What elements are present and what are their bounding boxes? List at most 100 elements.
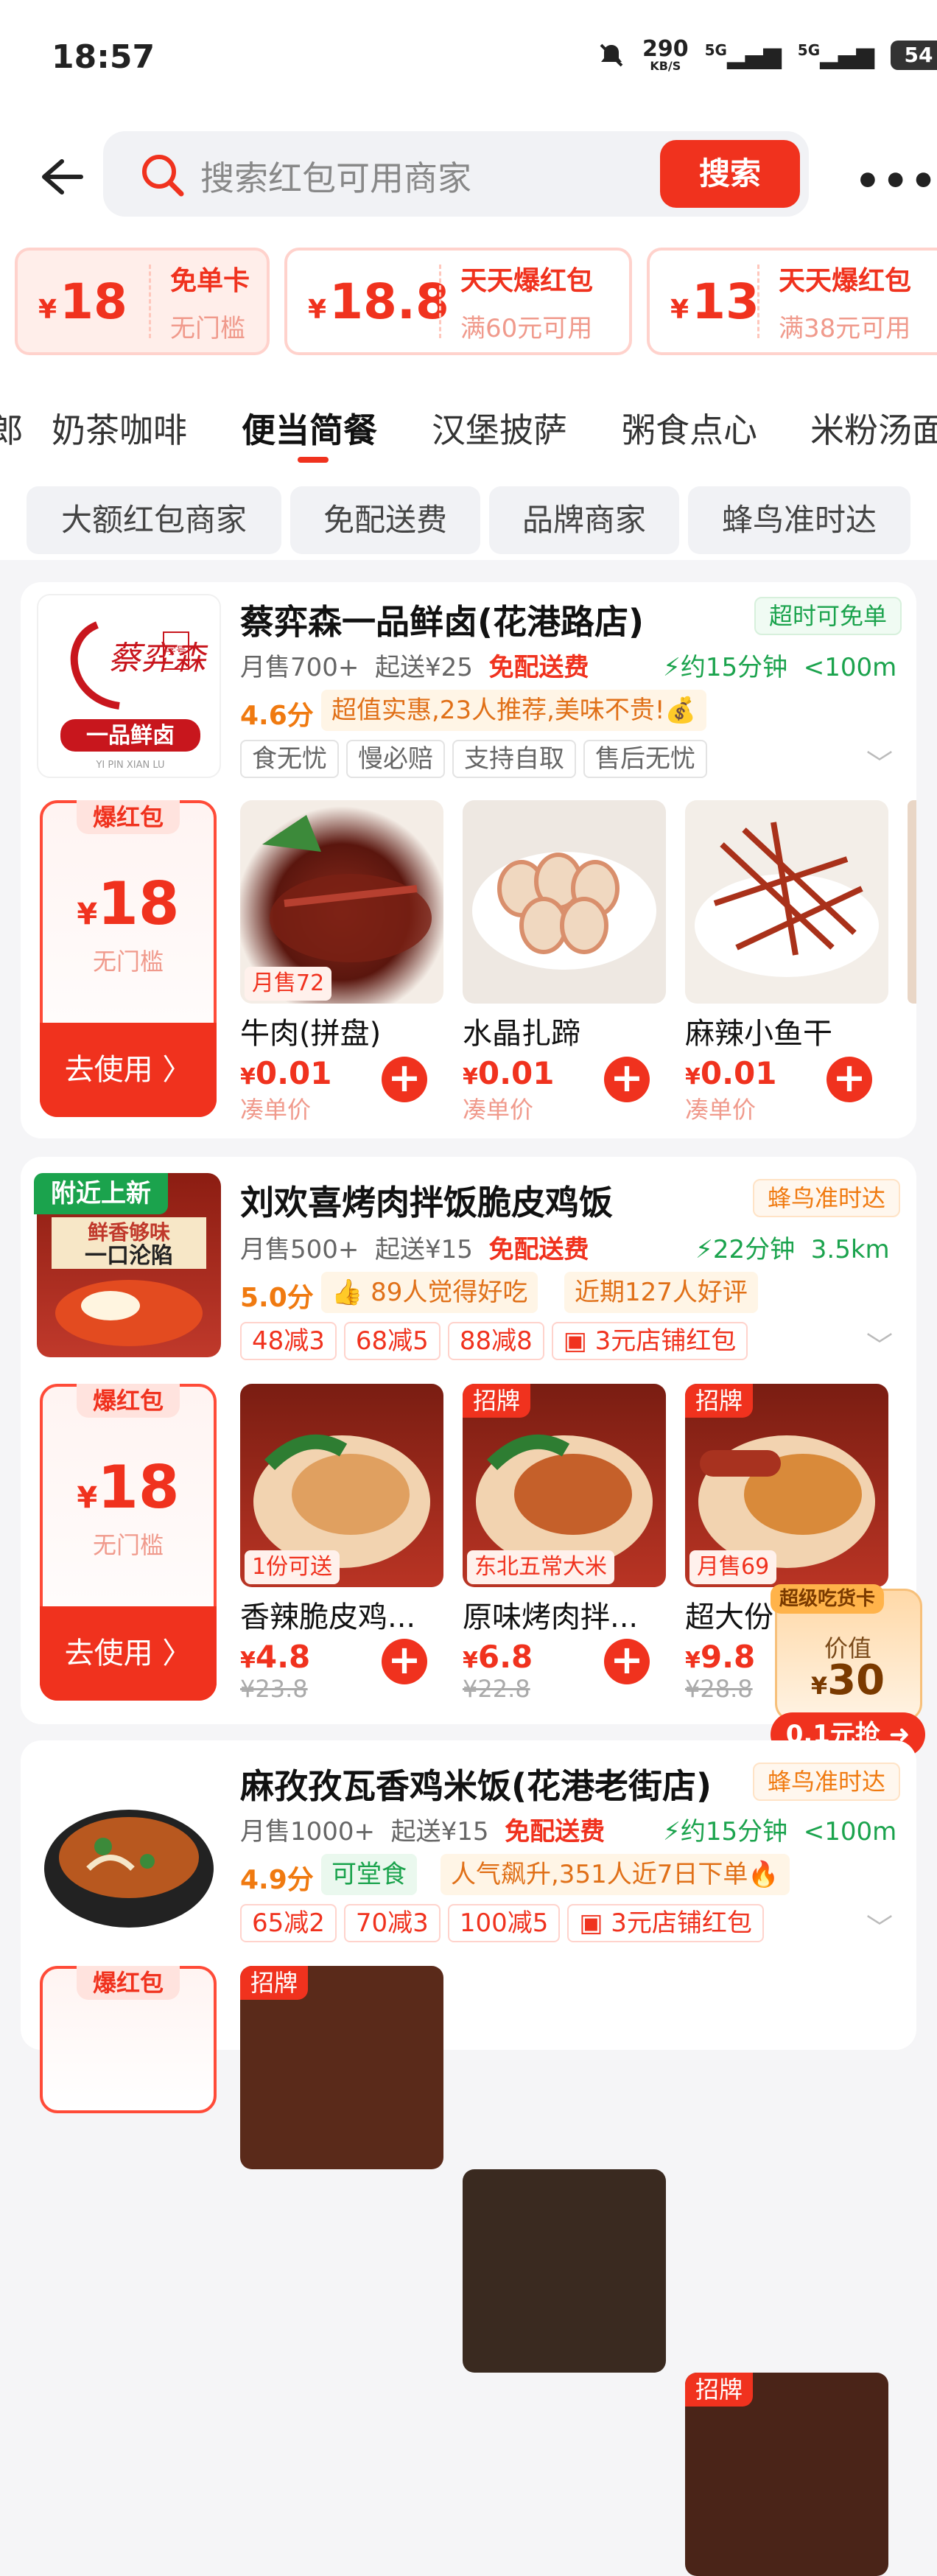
store-coupon[interactable]: 爆红包 ¥18 无门槛 去使用 〉 <box>40 1384 217 1701</box>
pork-trotter-image <box>472 852 656 970</box>
store-score: 4.6分 <box>240 701 314 731</box>
dish-name: 麻辣小鱼干 <box>685 1017 832 1051</box>
signature-badge: 招牌 <box>685 1384 754 1418</box>
promo-value: ¥30 <box>810 1656 885 1704</box>
service-tag: 支持自取 <box>452 740 576 778</box>
delivery-info: ⚡22分钟 3.5km <box>695 1235 890 1264</box>
dish-badge: 1份可送 <box>245 1550 340 1584</box>
dish-image: 招牌 月售69 <box>685 1384 888 1587</box>
store-coupon[interactable]: 爆红包 <box>40 1966 217 2113</box>
service-tag: 慢必赔 <box>346 740 445 778</box>
discount-tags: 48减3 68减5 88减8 ▣ 3元店铺红包 <box>240 1322 748 1360</box>
spicy-fish-image <box>695 822 879 977</box>
coupon-card-2[interactable]: ¥18.8 天天爆红包 满60元可用 <box>284 248 632 355</box>
store-name[interactable]: 麻孜孜瓦香鸡米饭(花港老街店) <box>240 1760 712 1808</box>
store-logo-image: 蔡弈森 字号 一品鲜卤 YI PIN XIAN LU <box>60 621 208 771</box>
lightning-icon: ⚡ <box>663 653 681 682</box>
coupon-icon: ▣ <box>563 1326 587 1356</box>
signature-badge: 招牌 <box>240 1966 309 2000</box>
mute-icon <box>600 43 623 67</box>
dish-image: 1份可送 <box>240 1384 443 1587</box>
store-coupon-tag: ▣ 3元店铺红包 <box>567 1904 764 1942</box>
lightning-icon: ⚡ <box>663 1817 681 1847</box>
more-icon[interactable]: ••• <box>854 158 937 206</box>
coupon-card-free[interactable]: ¥18 免单卡 无门槛 <box>15 248 270 355</box>
tab-milk-tea[interactable]: 奶茶咖啡 <box>52 404 187 452</box>
svg-text:一口沦陷: 一口沦陷 <box>85 1243 173 1269</box>
dish-name: 原味烤肉拌... <box>463 1600 639 1634</box>
store-coupon[interactable]: 爆红包 ¥18 无门槛 去使用 〉 <box>40 800 217 1117</box>
signature-badge: 招牌 <box>685 2373 754 2407</box>
chevron-down-icon[interactable]: ﹀ <box>866 1325 893 1363</box>
dish-image[interactable] <box>463 2169 666 2373</box>
filter-brand[interactable]: 品牌商家 <box>489 486 679 554</box>
search-button[interactable]: 搜索 <box>660 140 800 208</box>
use-coupon-button[interactable]: 去使用 〉 <box>40 1023 217 1117</box>
store-score: 4.9分 <box>240 1865 314 1895</box>
add-to-cart-button[interactable]: + <box>604 1639 650 1684</box>
claypot-chicken-image <box>44 1810 214 1928</box>
status-time: 18:57 <box>52 38 155 76</box>
use-coupon-button[interactable]: 去使用 〉 <box>40 1606 217 1701</box>
add-to-cart-button[interactable]: + <box>604 1057 650 1102</box>
dish-image-partial <box>908 800 916 1004</box>
dish-image: 月售72 <box>240 800 443 1004</box>
svg-text:鲜香够味: 鲜香够味 <box>88 1220 170 1245</box>
discount-tag: 70减3 <box>343 1904 441 1942</box>
service-tag: 食无忧 <box>240 740 339 778</box>
store-coupon-tag: ▣ 3元店铺红包 <box>551 1322 748 1360</box>
new-nearby-badge: 附近上新 <box>34 1173 168 1214</box>
tab-noodles[interactable]: 米粉汤面 <box>810 404 937 452</box>
back-arrow-icon[interactable] <box>35 151 87 203</box>
discount-tag: 48减3 <box>240 1322 337 1360</box>
store-score: 5.0分 <box>240 1283 314 1313</box>
coupon-head: 爆红包 <box>77 800 180 834</box>
coupon-card-3[interactable]: ¥13 天天爆红包 满38元可用 <box>647 248 937 355</box>
coupon-head: 爆红包 <box>77 1966 180 2000</box>
add-to-cart-button[interactable]: + <box>382 1639 427 1684</box>
promo-title: 超级吃货卡 <box>771 1584 885 1614</box>
tab-indicator <box>298 457 329 463</box>
dish-image: 招牌 东北五常大米 <box>463 1384 666 1587</box>
signal-5g-icon: 5G▂▄▆ <box>704 41 782 69</box>
store-name[interactable]: 刘欢喜烤肉拌饭脆皮鸡饭 <box>240 1176 613 1225</box>
tab-congee[interactable]: 粥食点心 <box>622 404 757 452</box>
filter-big-coupon[interactable]: 大额红包商家 <box>27 486 281 554</box>
chevron-down-icon[interactable]: ﹀ <box>866 1907 893 1945</box>
coupon-value: ¥18 <box>77 869 180 938</box>
svg-text:YI PIN XIAN LU: YI PIN XIAN LU <box>95 760 164 771</box>
store-name[interactable]: 蔡弈森一品鲜卤(花港路店) <box>240 595 644 644</box>
store-tag: 蜂鸟准时达 <box>753 1763 901 1801</box>
dish-image[interactable]: 招牌 <box>685 2373 888 2576</box>
tab-bento[interactable]: 便当简餐 <box>242 404 377 452</box>
dish-image <box>463 800 666 1004</box>
add-to-cart-button[interactable]: + <box>827 1057 872 1102</box>
dish-image[interactable]: 招牌 <box>240 1966 443 2169</box>
tab-burger[interactable]: 汉堡披萨 <box>432 404 567 452</box>
filter-on-time[interactable]: 蜂鸟准时达 <box>688 486 910 554</box>
add-to-cart-button[interactable]: + <box>382 1057 427 1102</box>
store-tag: 超时可免单 <box>754 597 902 635</box>
store-tag: 蜂鸟准时达 <box>753 1179 901 1217</box>
dish-badge: 月售69 <box>689 1550 777 1584</box>
store-logo[interactable] <box>37 1758 221 1942</box>
battery-icon: 54 <box>890 41 937 70</box>
filter-free-delivery[interactable]: 免配送费 <box>290 486 480 554</box>
service-tag: 售后无忧 <box>583 740 707 778</box>
discount-tag: 88减8 <box>447 1322 544 1360</box>
tab-partial[interactable]: 郎 <box>0 404 24 452</box>
dish-badge: 月售72 <box>245 967 332 1001</box>
coupon-head: 爆红包 <box>77 1384 180 1418</box>
chevron-down-icon[interactable]: ﹀ <box>866 743 893 781</box>
rating-pill: 👍 89人觉得好吃 <box>321 1272 538 1313</box>
floating-promo-card[interactable]: 超级吃货卡 价值 ¥30 0.1元抢 ➜ <box>771 1584 925 1758</box>
store-logo[interactable]: 蔡弈森 字号 一品鲜卤 YI PIN XIAN LU <box>37 594 221 778</box>
delivery-info: ⚡约15分钟 <100m <box>663 653 897 682</box>
search-icon <box>142 155 184 197</box>
dish-name: 牛肉(拼盘) <box>240 1017 382 1051</box>
svg-text:字号: 字号 <box>166 645 186 657</box>
discount-tag: 65减2 <box>240 1904 337 1942</box>
review-pill: 近期127人好评 <box>564 1272 758 1313</box>
coupon-cond: 无门槛 <box>92 1531 164 1559</box>
search-placeholder[interactable]: 搜索红包可用商家 <box>200 152 471 200</box>
